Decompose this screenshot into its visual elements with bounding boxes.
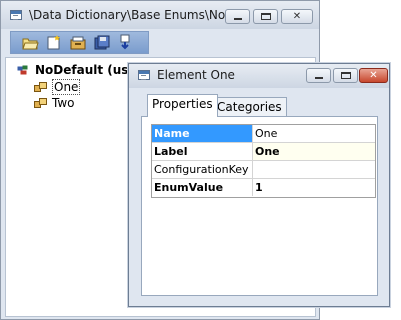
maximize-button[interactable] xyxy=(253,9,278,24)
property-row-configurationkey[interactable]: ConfigurationKey xyxy=(152,161,375,179)
aot-title-bar[interactable]: \Data Dictionary\Base Enums\No... ✕ xyxy=(1,1,319,29)
tree-item-one[interactable]: One xyxy=(34,79,81,95)
property-value[interactable] xyxy=(253,161,375,178)
property-value[interactable]: 1 xyxy=(253,179,375,196)
tab-properties[interactable]: Properties xyxy=(147,94,218,117)
aot-window-title: \Data Dictionary\Base Enums\No... xyxy=(29,8,237,22)
property-name: Label xyxy=(152,143,253,160)
properties-panel: Name One Label One ConfigurationKey Enum… xyxy=(141,116,378,296)
minimize-button[interactable] xyxy=(225,9,250,24)
property-name: Name xyxy=(152,125,253,142)
close-button[interactable]: ✕ xyxy=(281,9,313,24)
tree-root-node[interactable]: NoDefault (usr) xyxy=(17,63,140,77)
tree-item-label: One xyxy=(52,79,81,95)
property-row-name[interactable]: Name One xyxy=(152,125,375,143)
minimize-button[interactable] xyxy=(306,68,331,83)
enum-icon xyxy=(17,64,31,76)
window-icon xyxy=(10,10,22,20)
maximize-icon xyxy=(341,72,351,79)
property-window-title: Element One xyxy=(157,68,235,82)
enum-element-icon xyxy=(34,81,48,93)
minimize-icon xyxy=(234,18,242,20)
maximize-icon xyxy=(261,13,271,20)
properties-icon[interactable] xyxy=(69,34,87,51)
compile-icon[interactable] xyxy=(117,34,135,51)
save-all-icon[interactable] xyxy=(93,34,111,51)
close-icon: ✕ xyxy=(292,11,302,22)
property-grid: Name One Label One ConfigurationKey Enum… xyxy=(151,124,376,198)
property-row-label[interactable]: Label One xyxy=(152,143,375,161)
minimize-icon xyxy=(315,77,323,79)
property-window: Element One ✕ Properties Categories Name… xyxy=(128,63,390,307)
property-value[interactable]: One xyxy=(253,143,375,160)
property-value[interactable]: One xyxy=(253,125,375,142)
tree-root-label: NoDefault (usr) xyxy=(35,63,140,77)
new-icon[interactable] xyxy=(45,34,63,51)
tab-categories[interactable]: Categories xyxy=(212,97,287,117)
property-title-bar[interactable]: Element One ✕ xyxy=(129,64,389,88)
property-name: ConfigurationKey xyxy=(152,161,253,178)
close-icon: ✕ xyxy=(369,70,378,81)
close-button[interactable]: ✕ xyxy=(359,68,388,83)
enum-element-icon xyxy=(34,97,48,109)
property-name: EnumValue xyxy=(152,179,253,196)
tree-item-two[interactable]: Two xyxy=(34,96,75,110)
tree-item-label: Two xyxy=(52,96,75,110)
window-icon xyxy=(138,70,150,80)
toolbar xyxy=(10,31,149,54)
open-icon[interactable] xyxy=(21,34,39,51)
maximize-button[interactable] xyxy=(333,68,358,83)
property-row-enumvalue[interactable]: EnumValue 1 xyxy=(152,179,375,197)
